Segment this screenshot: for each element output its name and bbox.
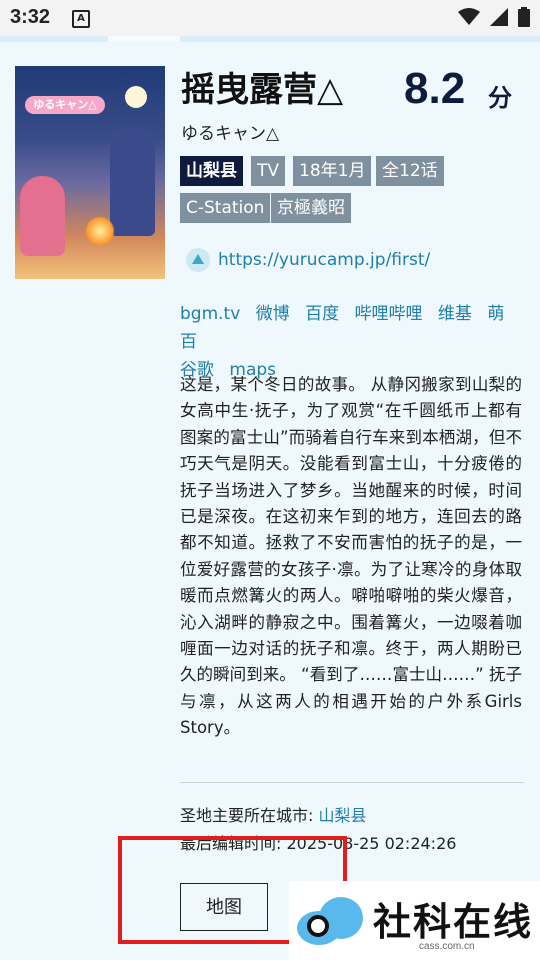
battery-icon xyxy=(518,7,530,27)
tag-director[interactable]: 京極義昭 xyxy=(271,193,351,223)
anime-poster[interactable]: ゆるキャン△ xyxy=(15,66,165,279)
tag-episodes[interactable]: 全12话 xyxy=(376,156,444,186)
status-icons xyxy=(458,7,530,27)
link-bilibili[interactable]: 哔哩哔哩 xyxy=(355,304,423,324)
status-bar: 3:32 A xyxy=(0,0,540,36)
wifi-icon xyxy=(458,8,480,25)
cloud-logo-icon xyxy=(297,897,365,945)
synopsis: 这是，某个冬日的故事。 从静冈搬家到山梨的女高中生·抚子，为了观赏“在千圆纸币上… xyxy=(180,375,522,738)
poster-figure xyxy=(20,176,65,256)
score-unit: 分 xyxy=(488,84,512,112)
homepage-url[interactable]: https://yurucamp.jp/first/ xyxy=(218,250,430,270)
original-title: ゆるキャン△ xyxy=(181,124,280,144)
anime-title: 摇曳露营△ xyxy=(181,70,344,110)
tab-indicator-strip xyxy=(0,36,540,42)
link-bgm[interactable]: bgm.tv xyxy=(180,304,240,324)
watermark: 社科在线 cass.com.cn xyxy=(289,881,540,960)
tag-date[interactable]: 18年1月 xyxy=(293,156,372,186)
link-baidu[interactable]: 百度 xyxy=(305,304,339,324)
app-notification-icon: A xyxy=(72,10,90,28)
link-wiki[interactable]: 维基 xyxy=(438,304,472,324)
homepage-link[interactable]: https://yurucamp.jp/first/ xyxy=(186,248,430,272)
tag-region[interactable]: 山梨县 xyxy=(180,156,243,186)
score-value: 8.2 xyxy=(404,64,466,113)
poster-logo: ゆるキャン△ xyxy=(25,96,105,114)
city-row: 圣地主要所在城市: 山梨县 xyxy=(180,802,367,826)
tab-indicator xyxy=(108,36,180,42)
camp-logo-icon xyxy=(186,248,210,272)
poster-figure xyxy=(110,126,155,236)
tag-studio[interactable]: C-Station xyxy=(180,193,271,223)
city-link[interactable]: 山梨县 xyxy=(319,806,367,825)
status-time: 3:32 xyxy=(10,6,51,28)
watermark-domain: cass.com.cn xyxy=(419,941,475,952)
tag-type[interactable]: TV xyxy=(251,156,286,186)
divider xyxy=(180,782,524,783)
watermark-brand: 社科在线 xyxy=(373,900,534,944)
poster-campfire xyxy=(85,216,115,246)
link-weibo[interactable]: 微博 xyxy=(256,304,290,324)
signal-icon xyxy=(490,8,508,26)
city-label: 圣地主要所在城市: xyxy=(180,806,314,825)
poster-moon xyxy=(125,86,147,108)
